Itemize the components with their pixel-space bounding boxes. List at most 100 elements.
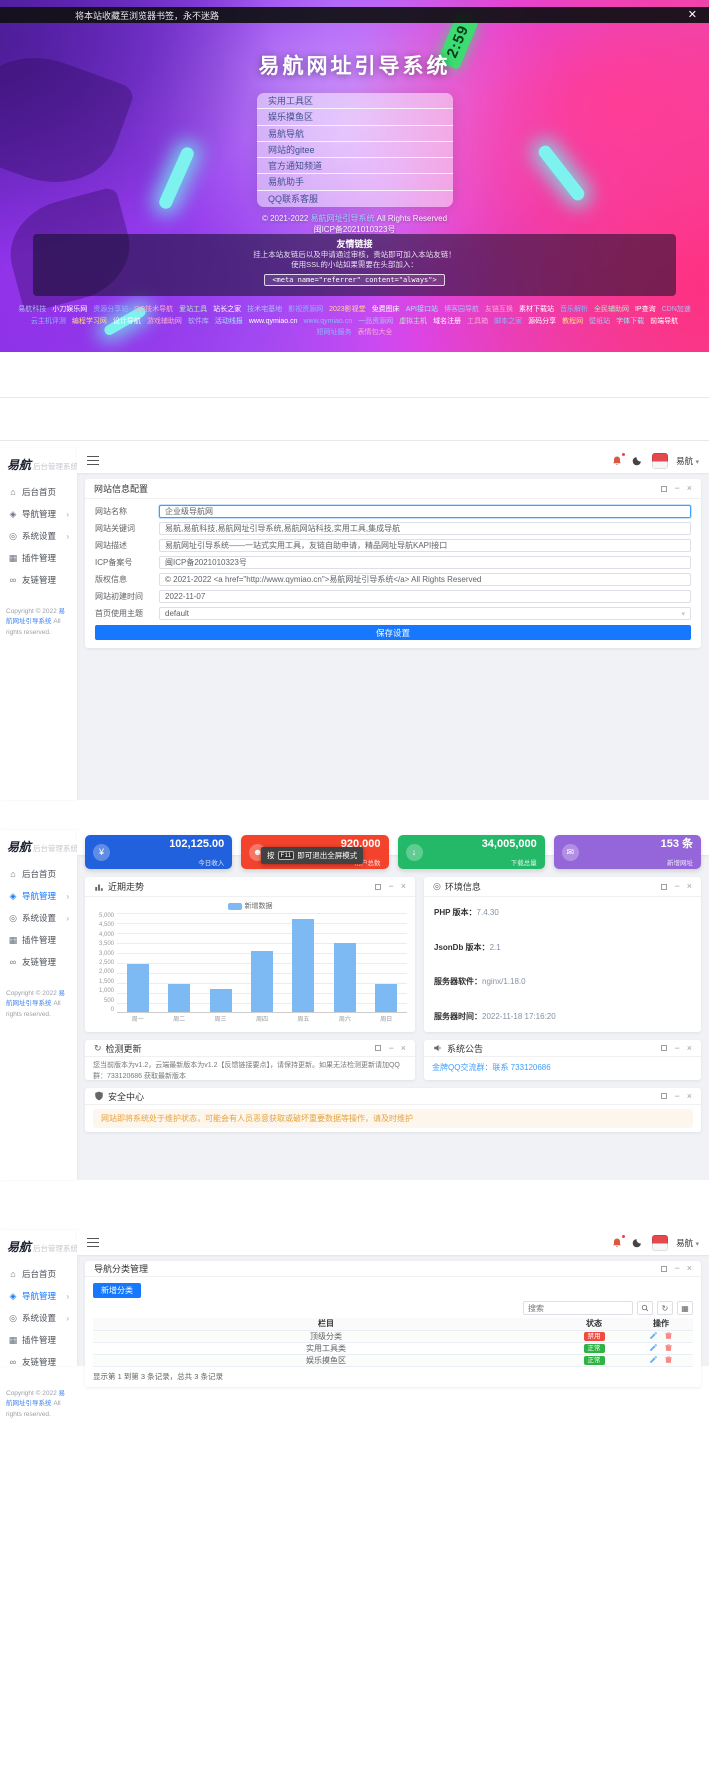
friend-link[interactable]: 前端导航 xyxy=(650,318,678,327)
close-icon[interactable]: × xyxy=(687,882,692,891)
friend-link[interactable]: www.qymiao.cn xyxy=(249,318,298,327)
sidebar-item[interactable]: ◎ 系统设置 › xyxy=(0,907,77,929)
moon-icon[interactable] xyxy=(631,454,644,467)
announcement-link[interactable]: 金牌QQ交流群：联系 733120686 xyxy=(424,1057,701,1078)
friend-link[interactable]: 全民辅助网 xyxy=(594,306,629,315)
refresh-button[interactable]: ↻ xyxy=(657,1301,673,1315)
expand-icon[interactable] xyxy=(661,884,667,890)
friend-link[interactable]: 爱站工具 xyxy=(179,306,207,315)
created-date-input[interactable] xyxy=(159,590,691,603)
search-button[interactable] xyxy=(637,1301,653,1315)
chart-bar[interactable] xyxy=(375,984,397,1012)
expand-icon[interactable] xyxy=(661,486,667,492)
minimize-icon[interactable]: − xyxy=(388,1044,393,1053)
friend-link[interactable]: 云主机评测 xyxy=(31,318,66,327)
theme-select[interactable]: default▾ xyxy=(159,607,691,620)
hero-menu-item[interactable]: 网站的gitee xyxy=(257,142,453,158)
hero-menu-item[interactable]: 官方通知频道 xyxy=(257,158,453,174)
delete-icon[interactable] xyxy=(664,1331,673,1340)
delete-icon[interactable] xyxy=(664,1355,673,1364)
sidebar-item[interactable]: ∞ 友链管理 xyxy=(0,951,77,973)
friend-link[interactable]: 资源分享站 xyxy=(93,306,128,315)
friend-link[interactable]: 博客园导航 xyxy=(444,306,479,315)
chart-bar[interactable] xyxy=(210,989,232,1012)
stat-card[interactable]: ¥ 102,125.00今日收入 xyxy=(85,835,232,869)
expand-icon[interactable] xyxy=(661,1093,667,1099)
sidebar-item[interactable]: ∞ 友链管理 xyxy=(0,1351,77,1373)
expand-icon[interactable] xyxy=(375,1045,381,1051)
friend-link[interactable]: 友链互换 xyxy=(485,306,513,315)
status-badge[interactable]: 正常 xyxy=(584,1344,605,1354)
friend-link[interactable]: 短网址服务 xyxy=(317,329,352,338)
avatar[interactable] xyxy=(652,1235,668,1251)
friend-link[interactable]: 一品资源网 xyxy=(358,318,393,327)
close-icon[interactable]: × xyxy=(687,1092,692,1101)
stat-card[interactable]: ✉ 153 条新增网址 xyxy=(554,835,701,869)
site-name-input[interactable] xyxy=(159,505,691,518)
minimize-icon[interactable]: − xyxy=(674,484,679,493)
friend-link[interactable]: API接口站 xyxy=(406,306,438,315)
friend-link[interactable]: 壁纸站 xyxy=(589,318,610,327)
hero-menu-item[interactable]: 易航导航 xyxy=(257,126,453,142)
close-icon[interactable]: ✕ xyxy=(688,10,697,21)
friend-link[interactable]: 设计导航 xyxy=(113,318,141,327)
friend-link[interactable]: 软件库 xyxy=(188,318,209,327)
hero-menu-item[interactable]: 娱乐摸鱼区 xyxy=(257,109,453,125)
hamburger-icon[interactable] xyxy=(87,1238,99,1240)
chart-bar[interactable] xyxy=(292,919,314,1012)
sidebar-item[interactable]: ◈ 导航管理 › xyxy=(0,503,77,525)
friend-link[interactable]: 2023影视堂 xyxy=(329,306,366,315)
chart-bar[interactable] xyxy=(127,964,149,1012)
close-icon[interactable]: × xyxy=(687,1264,692,1273)
minimize-icon[interactable]: − xyxy=(674,1044,679,1053)
hero-menu-item[interactable]: 易航助手 xyxy=(257,174,453,190)
table-header-cell[interactable]: 栏目 xyxy=(93,1318,559,1330)
friend-link[interactable]: CDN加速 xyxy=(662,306,691,315)
bell-icon[interactable] xyxy=(610,454,623,467)
sidebar-item[interactable]: ▦ 插件管理 xyxy=(0,929,77,951)
hero-menu-item[interactable]: 实用工具区 xyxy=(257,93,453,109)
hero-menu-item[interactable]: QQ联系客服 xyxy=(257,191,453,207)
friend-link[interactable]: 站长之家 xyxy=(213,306,241,315)
delete-icon[interactable] xyxy=(664,1343,673,1352)
friend-link[interactable]: 编程学习网 xyxy=(72,318,107,327)
friend-link[interactable]: 脚本之家 xyxy=(494,318,522,327)
close-icon[interactable]: × xyxy=(687,1044,692,1053)
columns-button[interactable]: ▦ xyxy=(677,1301,693,1315)
friend-link[interactable]: 字体下载 xyxy=(616,318,644,327)
friend-link[interactable]: 小刀娱乐网 xyxy=(52,306,87,315)
site-description-input[interactable] xyxy=(159,539,691,552)
friend-link[interactable]: 易航科技 xyxy=(18,306,46,315)
friend-link[interactable]: 音乐解析 xyxy=(560,306,588,315)
close-icon[interactable]: × xyxy=(401,1044,406,1053)
friend-link[interactable]: 教程网 xyxy=(562,318,583,327)
expand-icon[interactable] xyxy=(661,1266,667,1272)
close-icon[interactable]: × xyxy=(687,484,692,493)
friend-link[interactable]: 源码分享 xyxy=(528,318,556,327)
user-menu[interactable]: 易航 ▾ xyxy=(676,455,699,467)
chart-legend[interactable]: 新增数据 xyxy=(93,901,407,911)
sidebar-item[interactable]: ◈ 导航管理 › xyxy=(0,885,77,907)
friend-link[interactable]: 游戏辅助网 xyxy=(147,318,182,327)
sidebar-item[interactable]: ◈ 导航管理 › xyxy=(0,1285,77,1307)
sidebar-item[interactable]: ▦ 插件管理 xyxy=(0,1329,77,1351)
copyright-input[interactable] xyxy=(159,573,691,586)
moon-icon[interactable] xyxy=(631,1236,644,1249)
chart-bar[interactable] xyxy=(251,951,273,1012)
friend-link[interactable]: 技术宅基地 xyxy=(247,306,282,315)
minimize-icon[interactable]: − xyxy=(674,882,679,891)
chart-bar[interactable] xyxy=(334,943,356,1012)
bell-icon[interactable] xyxy=(610,1236,623,1249)
friend-link[interactable]: www.qymiao.cn xyxy=(304,318,353,327)
friend-link[interactable]: QQ技术导航 xyxy=(134,306,173,315)
sidebar-item[interactable]: ◎ 系统设置 › xyxy=(0,525,77,547)
hamburger-icon[interactable] xyxy=(87,456,99,458)
avatar[interactable] xyxy=(652,453,668,469)
friend-link[interactable]: 工具箱 xyxy=(467,318,488,327)
friend-link[interactable]: 活动线报 xyxy=(215,318,243,327)
sidebar-item[interactable]: ⌂ 后台首页 xyxy=(0,481,77,503)
edit-icon[interactable] xyxy=(649,1355,658,1364)
status-badge[interactable]: 禁用 xyxy=(584,1332,605,1342)
friend-link[interactable]: IP查询 xyxy=(635,306,656,315)
friend-link[interactable]: 素材下载站 xyxy=(519,306,554,315)
